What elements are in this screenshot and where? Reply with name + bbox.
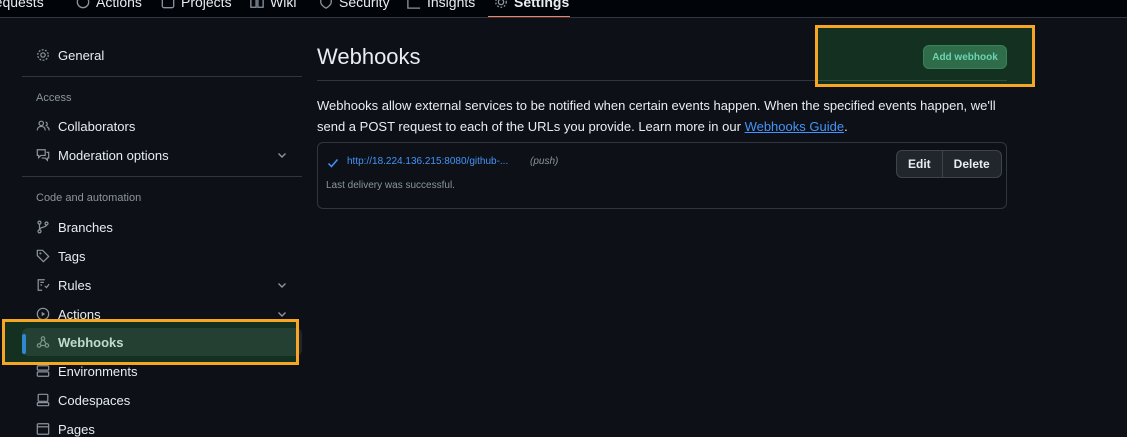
delete-button[interactable]: Delete — [941, 151, 1001, 177]
sidebar-item-label: Codespaces — [58, 392, 131, 408]
tab-label: Actions — [96, 0, 142, 10]
sidebar-item-label: Branches — [58, 219, 113, 235]
sidebar-item-codespaces[interactable]: Codespaces — [22, 386, 302, 414]
sidebar-item-environments[interactable]: Environments — [22, 357, 302, 385]
sidebar-heading-code-automation: Code and automation — [36, 192, 142, 204]
sidebar-item-label: Rules — [58, 277, 92, 293]
webhook-list-item: http://18.224.136.215:8080/github-... (p… — [317, 142, 1007, 209]
tab-security[interactable]: Security — [319, 0, 390, 11]
tab-label: Security — [339, 0, 390, 10]
tab-label: requests — [0, 0, 44, 10]
active-tab-underline — [488, 16, 570, 17]
sidebar-item-label: Pages — [58, 421, 95, 437]
webhook-actions: Edit Delete — [896, 150, 1002, 178]
comment-discussion-icon — [36, 149, 50, 162]
sidebar-item-pages[interactable]: Pages — [22, 415, 302, 437]
play-icon — [36, 307, 50, 321]
sidebar-item-general[interactable]: General — [22, 41, 302, 69]
browser-icon — [36, 423, 50, 435]
people-icon — [36, 120, 50, 131]
rules-icon — [37, 279, 50, 291]
sidebar-divider — [22, 76, 302, 77]
edit-button[interactable]: Edit — [897, 151, 942, 177]
sidebar-heading-access: Access — [36, 92, 72, 104]
sidebar-item-moderation[interactable]: Moderation options — [22, 141, 302, 169]
webhooks-guide-link[interactable]: Webhooks Guide — [745, 119, 845, 134]
sidebar-item-label: General — [58, 47, 105, 63]
selected-indicator — [22, 334, 26, 354]
sidebar-item-tags[interactable]: Tags — [22, 242, 302, 270]
sidebar-item-actions[interactable]: Actions — [22, 300, 302, 328]
tab-label: Settings — [514, 0, 570, 10]
webhook-url-link[interactable]: http://18.224.136.215:8080/github-... — [347, 156, 508, 167]
tab-projects[interactable]: Projects — [161, 0, 232, 11]
chevron-down-icon[interactable] — [276, 279, 288, 291]
repo-tab-bar: requests Actions Projects Wiki Security … — [0, 0, 1127, 18]
shield-icon — [320, 0, 332, 9]
sidebar-item-webhooks[interactable]: Webhooks — [22, 328, 302, 356]
sidebar-item-label: Actions — [58, 306, 101, 322]
add-webhook-button[interactable]: Add webhook — [923, 45, 1007, 69]
webhook-icon — [36, 336, 50, 348]
check-icon — [327, 159, 339, 168]
tag-icon — [36, 249, 50, 263]
codespaces-icon — [36, 393, 50, 407]
tab-label: Wiki — [270, 0, 297, 10]
play-icon — [76, 0, 90, 9]
description-text: Webhooks allow external services to be n… — [317, 98, 996, 134]
sidebar-item-collaborators[interactable]: Collaborators — [22, 112, 302, 140]
chevron-down-icon[interactable] — [276, 308, 288, 320]
tab-label: Insights — [427, 0, 476, 10]
book-icon — [250, 0, 264, 8]
tab-actions[interactable]: Actions — [76, 0, 142, 11]
sidebar-item-label: Environments — [58, 363, 138, 379]
graph-icon — [407, 0, 421, 9]
server-icon — [36, 365, 50, 377]
webhook-delivery-status: Last delivery was successful. — [326, 180, 455, 191]
tab-label: Projects — [181, 0, 232, 10]
tab-pull-requests[interactable]: requests — [0, 0, 44, 11]
tab-settings[interactable]: Settings — [494, 0, 569, 11]
sidebar-item-branches[interactable]: Branches — [22, 213, 302, 241]
page-title: Webhooks — [317, 44, 421, 69]
description-end: . — [844, 119, 848, 134]
tab-wiki[interactable]: Wiki — [250, 0, 296, 11]
sidebar-item-label: Collaborators — [58, 118, 136, 134]
sidebar-item-label: Moderation options — [58, 147, 169, 163]
table-icon — [161, 0, 175, 9]
webhook-events: (push) — [530, 156, 559, 167]
sidebar-item-label: Tags — [58, 248, 86, 264]
gear-icon — [37, 49, 49, 61]
title-divider — [317, 80, 1007, 81]
git-branch-icon — [37, 220, 49, 234]
chevron-down-icon[interactable] — [276, 149, 288, 161]
sidebar-item-rules[interactable]: Rules — [22, 271, 302, 299]
webhooks-description: Webhooks allow external services to be n… — [317, 95, 1007, 137]
gear-icon — [495, 0, 507, 8]
sidebar-divider — [22, 176, 302, 177]
sidebar-item-label: Webhooks — [58, 334, 124, 350]
tab-insights[interactable]: Insights — [407, 0, 475, 11]
